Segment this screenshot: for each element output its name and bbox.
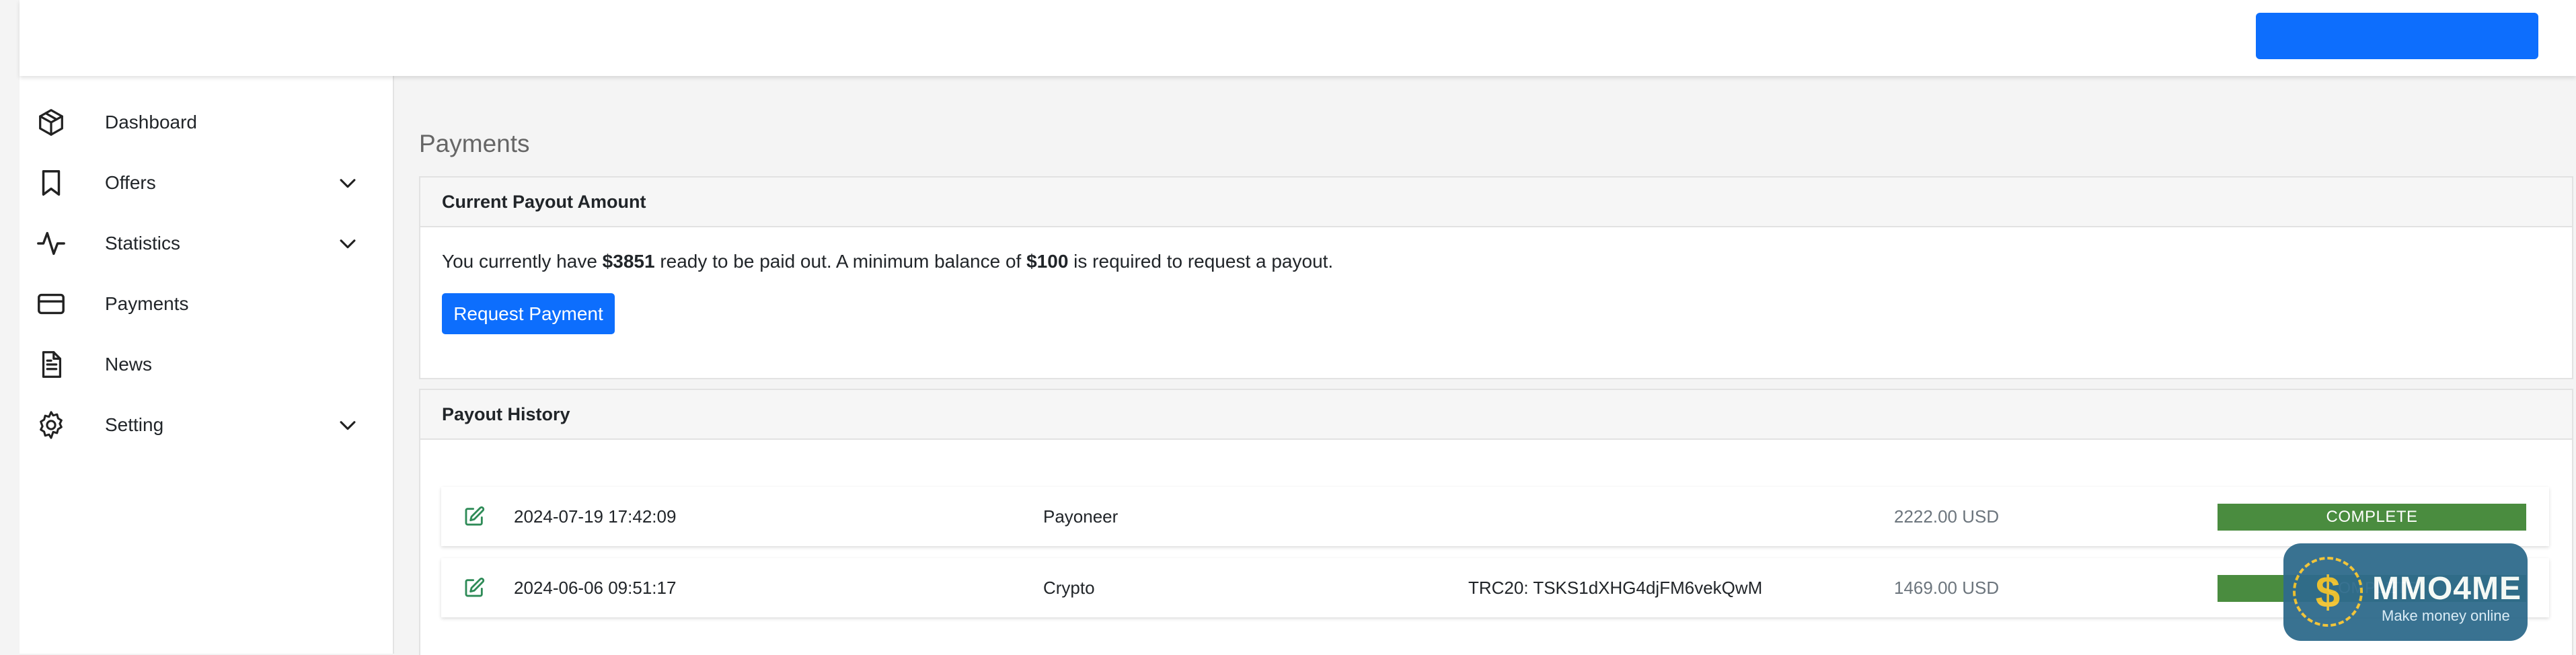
gear-icon	[36, 410, 67, 440]
sidebar-item-label: Dashboard	[105, 112, 197, 132]
edit-icon[interactable]	[463, 576, 486, 599]
row-method: Payoneer	[1043, 506, 1119, 527]
row-account: TRC20: TSKS1dXHG4djFM6vekQwM	[1468, 578, 1763, 598]
chevron-down-icon[interactable]	[336, 414, 359, 436]
sidebar-item-label: Payments	[105, 293, 189, 314]
payout-history-card: Payout History 2024-07-19 17:42:09 Payon…	[419, 389, 2573, 655]
sidebar-item-offers[interactable]: Offers	[20, 153, 393, 213]
chevron-down-icon[interactable]	[336, 171, 359, 194]
status-badge: COMPLETE	[2218, 504, 2526, 531]
chevron-down-icon[interactable]	[336, 232, 359, 255]
document-icon	[36, 349, 67, 380]
mmo4me-watermark: $ MMO4ME Make money online	[2283, 543, 2528, 641]
credit-card-icon	[36, 288, 67, 319]
payout-amount: $3851	[602, 251, 655, 272]
account-button[interactable]	[2256, 13, 2538, 59]
table-row: 2024-07-19 17:42:09 Payoneer 2222.00 USD…	[441, 487, 2549, 546]
payout-text-suffix: is required to request a payout.	[1068, 251, 1334, 272]
top-navbar	[20, 0, 2576, 76]
table-row: 2024-06-06 09:51:17 Crypto TRC20: TSKS1d…	[441, 558, 2549, 617]
current-payout-card: Current Payout Amount You currently have…	[419, 176, 2573, 379]
row-date: 2024-07-19 17:42:09	[514, 506, 677, 527]
page-title: Payments	[419, 130, 530, 157]
payout-text-prefix: You currently have	[442, 251, 603, 272]
row-amount: 2222.00 USD	[1894, 506, 2000, 527]
sidebar-item-label: News	[105, 354, 153, 375]
request-payment-button[interactable]: Request Payment	[442, 293, 615, 334]
dollar-coin-icon: $	[2293, 557, 2363, 627]
card-header: Current Payout Amount	[420, 178, 2572, 227]
card-header: Payout History	[420, 390, 2572, 440]
payout-minimum: $100	[1026, 251, 1069, 272]
row-date: 2024-06-06 09:51:17	[514, 578, 677, 598]
sidebar-item-label: Offers	[105, 172, 156, 193]
row-amount: 1469.00 USD	[1894, 578, 2000, 598]
watermark-brand: MMO4ME	[2372, 571, 2522, 607]
activity-icon	[36, 228, 67, 259]
payout-message: You currently have $3851 ready to be pai…	[442, 248, 1333, 275]
sidebar-item-news[interactable]: News	[20, 334, 393, 395]
sidebar-item-label: Statistics	[105, 233, 181, 254]
bookmark-icon	[36, 167, 67, 198]
sidebar-item-payments[interactable]: Payments	[20, 274, 393, 334]
payout-text-middle: ready to be paid out. A minimum balance …	[654, 251, 1027, 272]
row-method: Crypto	[1043, 578, 1095, 598]
cube-icon	[36, 107, 67, 138]
watermark-tagline: Make money online	[2382, 607, 2510, 624]
sidebar-item-statistics[interactable]: Statistics	[20, 213, 393, 274]
sidebar-item-label: Setting	[105, 414, 164, 435]
sidebar-item-setting[interactable]: Setting	[20, 395, 393, 455]
sidebar-item-dashboard[interactable]: Dashboard	[20, 92, 393, 153]
edit-icon[interactable]	[463, 505, 486, 528]
